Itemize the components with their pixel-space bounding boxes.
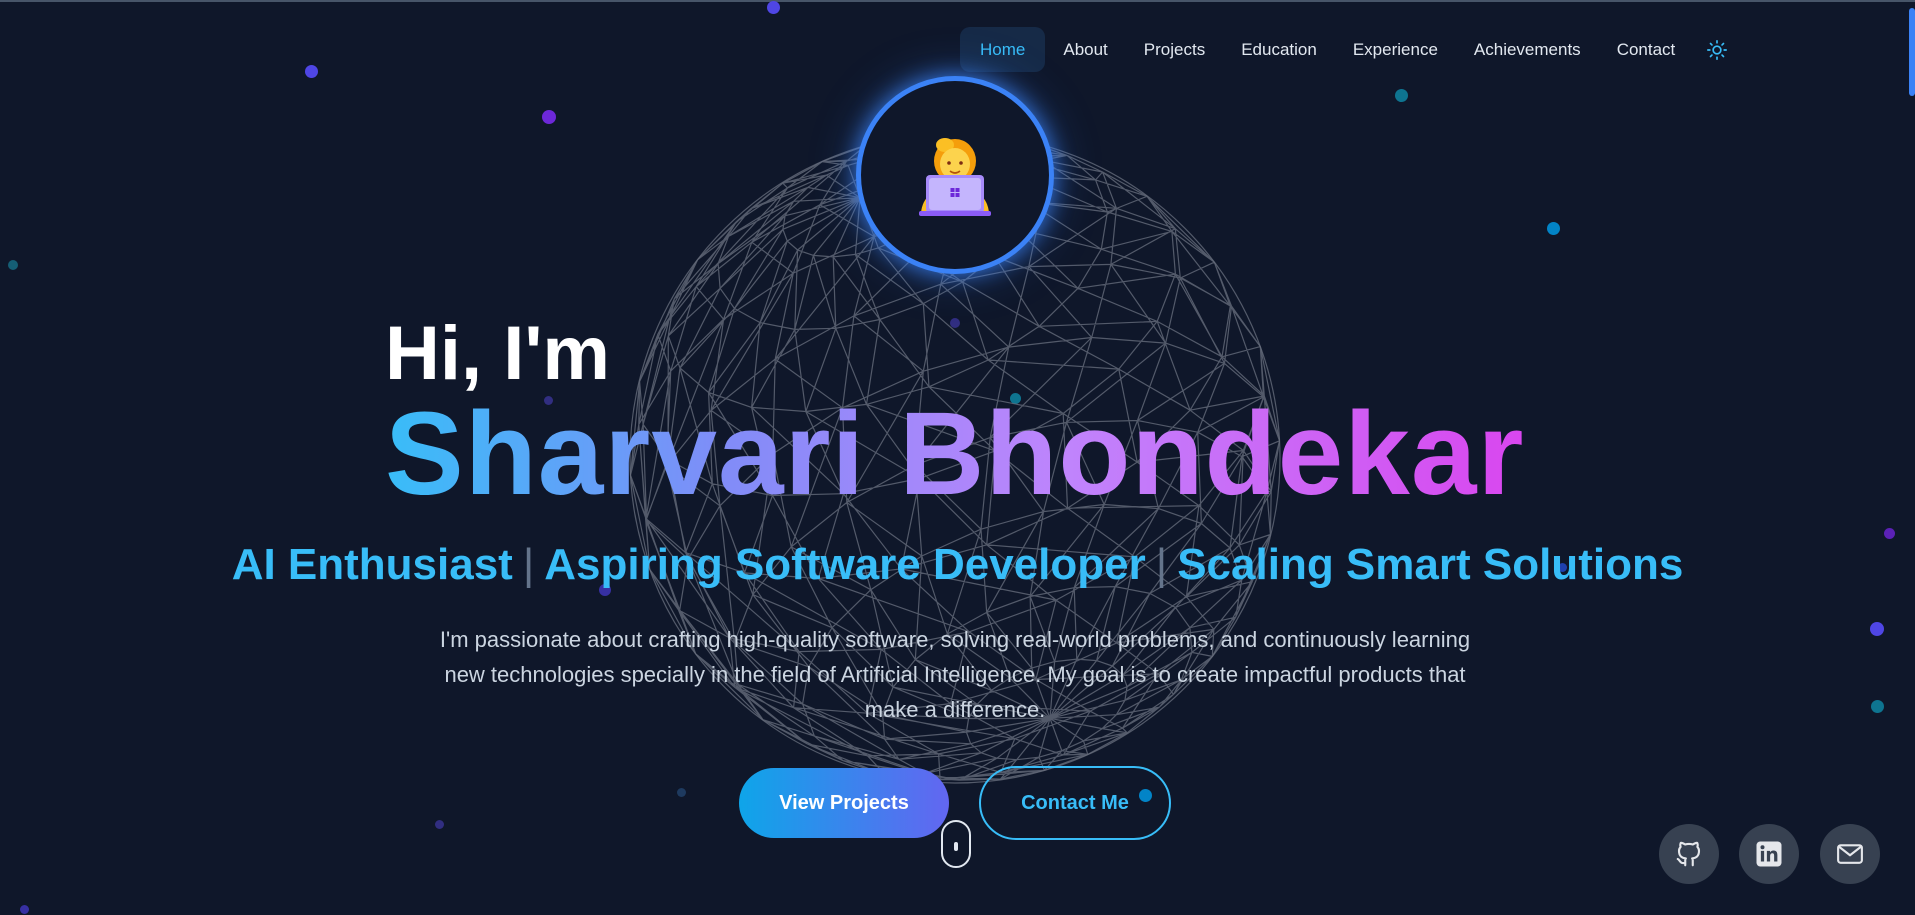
hero-greeting: Hi, I'm: [385, 311, 610, 396]
particle: [767, 1, 780, 14]
main-nav: Home About Projects Education Experience…: [960, 27, 1737, 72]
mouse-wheel-icon: [954, 842, 958, 851]
role-ai-enthusiast: AI Enthusiast: [231, 540, 513, 589]
nav-item-projects[interactable]: Projects: [1126, 27, 1223, 72]
particle: [1870, 622, 1884, 636]
theme-toggle-button[interactable]: [1697, 27, 1737, 72]
hero-name: Sharvari Bhondekar: [385, 388, 1525, 520]
hero-description: I'm passionate about crafting high-quali…: [439, 627, 1471, 722]
particle: [20, 905, 29, 914]
role-separator: |: [1155, 540, 1168, 589]
linkedin-link[interactable]: [1739, 824, 1799, 884]
particle: [8, 260, 18, 270]
page-scrollbar[interactable]: [1909, 8, 1915, 96]
view-projects-button[interactable]: View Projects: [739, 768, 949, 838]
particle: [435, 820, 444, 829]
contact-me-button[interactable]: Contact Me: [979, 766, 1171, 840]
nav-item-home[interactable]: Home: [960, 27, 1046, 72]
particle: [1547, 222, 1560, 235]
mail-icon: [1837, 844, 1863, 864]
role-separator: |: [522, 540, 535, 589]
nav-item-about[interactable]: About: [1045, 27, 1125, 72]
particle: [1395, 89, 1408, 102]
nav-item-education[interactable]: Education: [1223, 27, 1335, 72]
window-top-border: [0, 0, 1915, 2]
sun-icon: [1707, 39, 1728, 60]
nav-item-achievements[interactable]: Achievements: [1456, 27, 1599, 72]
particle: [1871, 700, 1884, 713]
hero-roles: AI Enthusiast | Aspiring Software Develope…: [0, 540, 1915, 590]
role-smart-solutions: Scaling Smart Solutions: [1177, 540, 1684, 589]
particle: [542, 110, 556, 124]
scroll-down-indicator[interactable]: [941, 820, 971, 868]
nav-item-experience[interactable]: Experience: [1335, 27, 1456, 72]
nav-item-contact[interactable]: Contact: [1599, 27, 1694, 72]
woman-technologist-emoji: [919, 138, 991, 216]
email-link[interactable]: [1820, 824, 1880, 884]
particle: [1884, 528, 1895, 539]
particle: [305, 65, 318, 78]
avatar: [856, 76, 1054, 274]
linkedin-icon: [1756, 841, 1782, 867]
role-software-developer: Aspiring Software Developer: [544, 540, 1146, 589]
github-link[interactable]: [1659, 824, 1719, 884]
github-icon: [1676, 841, 1701, 867]
